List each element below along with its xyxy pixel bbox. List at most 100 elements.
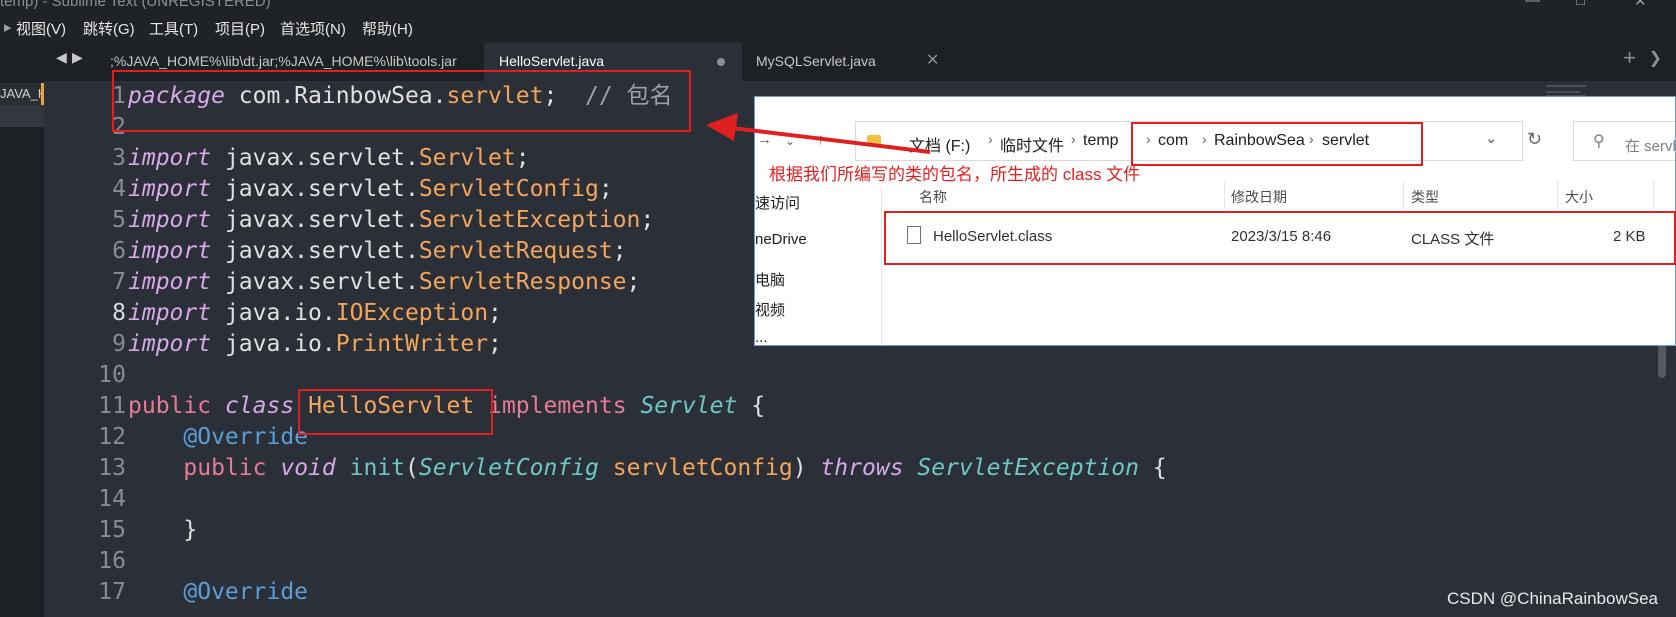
line-number: 15 bbox=[98, 517, 126, 543]
line-number: 6 bbox=[112, 238, 126, 264]
minimize-icon[interactable]: — bbox=[1525, 0, 1540, 9]
code-token: import bbox=[128, 207, 212, 233]
title-bar: temp) - Sublime Text (UNREGISTERED) — □ … bbox=[0, 0, 1676, 10]
code-token: javax.servlet. bbox=[211, 269, 419, 295]
nav-more[interactable]: ... bbox=[755, 329, 768, 345]
menu-help[interactable]: 帮助(H) bbox=[362, 18, 413, 39]
column-name[interactable]: 名称 bbox=[919, 187, 947, 207]
column-divider[interactable] bbox=[1653, 181, 1654, 209]
code-line[interactable]: import java.io.IOException; bbox=[128, 298, 502, 329]
menu-view[interactable]: 视图(V) bbox=[16, 18, 66, 39]
tab-next-icon[interactable]: ▶ bbox=[72, 49, 83, 66]
code-token: Servlet bbox=[640, 393, 738, 419]
code-token: ; bbox=[626, 269, 641, 295]
up-icon[interactable]: ↑ bbox=[817, 131, 825, 148]
menu-goto[interactable]: 跳转(G) bbox=[83, 18, 135, 39]
line-number: 8 bbox=[112, 300, 126, 326]
code-token: throws bbox=[820, 455, 904, 481]
code-line[interactable]: @Override bbox=[128, 422, 308, 453]
code-token: ; bbox=[488, 300, 502, 326]
code-token: Servlet bbox=[418, 145, 516, 171]
code-token: PrintWriter bbox=[335, 331, 489, 357]
menu-project[interactable]: 项目(P) bbox=[215, 18, 265, 39]
line-number: 3 bbox=[112, 145, 126, 171]
sidebar-item-label: JAVA_HO bbox=[0, 86, 44, 101]
nav-onedrive[interactable]: neDrive bbox=[755, 231, 807, 248]
code-token: import bbox=[128, 269, 212, 295]
breadcrumb-temp-files[interactable]: 临时文件 bbox=[1000, 132, 1064, 156]
unsaved-dot-icon[interactable] bbox=[717, 58, 725, 66]
code-token: ServletConfig bbox=[418, 176, 599, 202]
path-highlight-box bbox=[1131, 122, 1423, 166]
code-line[interactable]: import javax.servlet.Servlet; bbox=[128, 143, 530, 174]
folder-icon bbox=[867, 135, 881, 146]
column-type[interactable]: 类型 bbox=[1411, 187, 1439, 207]
code-token: public bbox=[128, 393, 212, 419]
navigation-pane: 速访问 neDrive 电脑 视频 ... bbox=[755, 187, 882, 345]
code-token: @Override bbox=[183, 579, 309, 605]
code-token: void bbox=[280, 455, 336, 481]
column-modified[interactable]: 修改日期 bbox=[1231, 187, 1287, 207]
new-tab-icon[interactable]: + bbox=[1623, 45, 1636, 71]
code-line[interactable]: @Override bbox=[128, 577, 308, 608]
code-line[interactable]: import javax.servlet.ServletException; bbox=[128, 205, 654, 236]
code-token: { bbox=[1138, 455, 1167, 481]
code-token: } bbox=[128, 517, 198, 543]
address-dropdown-icon[interactable]: ⌄ bbox=[1485, 129, 1498, 147]
recent-dropdown-icon[interactable]: ⌄ bbox=[785, 134, 795, 148]
nav-quick-access[interactable]: 速访问 bbox=[755, 192, 800, 213]
column-divider[interactable] bbox=[1224, 181, 1225, 209]
line-number: 14 bbox=[98, 486, 126, 512]
tab-mysql-servlet[interactable]: MySQLServlet.java ✕ bbox=[742, 43, 952, 81]
code-token: import bbox=[128, 145, 212, 171]
column-divider[interactable] bbox=[1403, 181, 1404, 209]
code-token: ServletConfig bbox=[418, 455, 599, 481]
tab-label: MySQLServlet.java bbox=[756, 53, 876, 69]
code-token: import bbox=[128, 300, 212, 326]
file-highlight-box bbox=[884, 211, 1676, 265]
code-token: public bbox=[183, 455, 267, 481]
class-name-highlight-box bbox=[298, 389, 493, 435]
tab-prev-icon[interactable]: ◀ bbox=[56, 49, 67, 66]
code-token: import bbox=[128, 176, 212, 202]
forward-icon[interactable]: → bbox=[757, 131, 772, 148]
sidebar-selected-row[interactable] bbox=[0, 105, 44, 127]
line-number: 7 bbox=[112, 269, 126, 295]
close-icon[interactable]: ✕ bbox=[1634, 0, 1647, 10]
nav-this-pc[interactable]: 电脑 bbox=[755, 269, 785, 290]
code-token: javax.servlet. bbox=[211, 145, 419, 171]
refresh-icon[interactable]: ↻ bbox=[1527, 129, 1542, 150]
column-divider[interactable] bbox=[1557, 181, 1558, 209]
code-line[interactable]: import java.io.PrintWriter; bbox=[128, 329, 502, 360]
watermark: CSDN @ChinaRainbowSea bbox=[1447, 589, 1658, 608]
sidebar-item[interactable]: JAVA_HO bbox=[0, 83, 44, 105]
code-token: implements bbox=[488, 393, 627, 419]
code-token: IOException bbox=[335, 300, 489, 326]
code-token: javax.servlet. bbox=[211, 238, 419, 264]
line-number: 11 bbox=[98, 393, 126, 419]
menu-tools[interactable]: 工具(T) bbox=[149, 18, 198, 39]
breadcrumb-temp[interactable]: temp bbox=[1083, 132, 1119, 150]
code-token: javax.servlet. bbox=[211, 207, 419, 233]
menu-preferences[interactable]: 首选项(N) bbox=[280, 18, 346, 39]
close-tab-icon[interactable]: ✕ bbox=[926, 43, 939, 79]
code-line[interactable]: import javax.servlet.ServletResponse; bbox=[128, 267, 640, 298]
nav-videos[interactable]: 视频 bbox=[755, 299, 785, 320]
maximize-icon[interactable]: □ bbox=[1576, 0, 1585, 9]
tab-list-chevron-icon[interactable]: ❯ bbox=[1649, 48, 1662, 68]
code-token: java.io. bbox=[211, 300, 336, 326]
code-line[interactable]: import javax.servlet.ServletConfig; bbox=[128, 174, 613, 205]
search-icon: ⚲ bbox=[1593, 133, 1605, 150]
code-token: ServletRequest bbox=[418, 238, 613, 264]
code-line[interactable]: } bbox=[128, 515, 197, 546]
code-line[interactable]: import javax.servlet.ServletRequest; bbox=[128, 236, 627, 267]
breadcrumb-drive[interactable]: 文档 (F:) bbox=[909, 132, 970, 156]
code-line[interactable]: public void init(ServletConfig servletCo… bbox=[128, 453, 1167, 484]
column-size[interactable]: 大小 bbox=[1565, 187, 1593, 207]
code-token: ServletException bbox=[418, 207, 641, 233]
